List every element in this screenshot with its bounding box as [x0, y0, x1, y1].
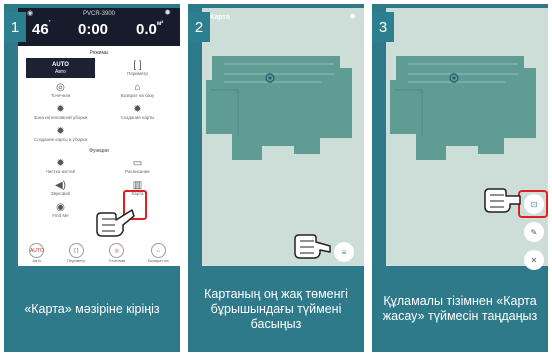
mode-tile[interactable]: ◎ Точечная	[26, 80, 95, 100]
nav-icon: [ ]	[68, 243, 84, 258]
step-caption: Құламалы тізімнен «Карта жасау» түймесін…	[382, 294, 538, 323]
close-icon: ✕	[530, 255, 538, 265]
gear-icon[interactable]: ✹	[164, 8, 171, 17]
bottom-nav: AUTO Авто [ ] Периметр ◎ Точечная ⌂ Возврат на	[18, 240, 180, 266]
mode-tile[interactable]: ✹ Зона интенсивной уборки	[26, 102, 95, 122]
step-panel-2: Карта ✹ ≡ 2 Картаның оң жақ төменгі бұры…	[188, 4, 364, 352]
edit-map-button[interactable]: ✎	[524, 222, 544, 242]
tile-label: Зона интенсивной уборки	[33, 114, 88, 120]
step-caption: «Карта» мәзіріне кіріңіз	[24, 301, 160, 316]
menu-icon: ≡	[341, 247, 347, 257]
time-stat: 0:00	[78, 21, 109, 38]
functions-section-title: Функции	[89, 148, 109, 154]
tile-icon: ▥	[132, 179, 143, 191]
pointing-hand-icon	[96, 209, 135, 237]
tile-label: Звуковой	[50, 190, 71, 196]
tile-label: Периметр	[127, 70, 148, 76]
tile-icon: [ ]	[133, 59, 142, 71]
tile-icon: ⌂	[134, 81, 141, 93]
mode-tile[interactable]: ◉ Find Me	[26, 200, 95, 220]
floor-map	[206, 56, 352, 160]
modes-section-title: Режимы	[89, 50, 109, 56]
screen-title: Карта	[210, 14, 230, 21]
phone-screenshot-map: Карта ✹ ≡	[202, 8, 364, 266]
mode-tile[interactable]: [ ] Периметр	[103, 58, 172, 78]
modes-grid: AUTO Авто [ ] Периметр ◎ Точечная ⌂ Возврат на …	[18, 58, 180, 144]
mode-tile[interactable]: ▭ Расписание	[103, 156, 172, 176]
gear-icon[interactable]: ✹	[349, 12, 356, 21]
mode-tile[interactable]: ✹ Создание карты и уборка	[26, 124, 95, 144]
step-panel-3: ⊡ ✎ ✕ 3 Құламалы тізімнен «Карта жасау» …	[372, 4, 548, 352]
bottom-nav-item[interactable]: [ ] Периметр	[67, 243, 86, 263]
mode-tile[interactable]: ✹ Создание карты	[103, 102, 172, 122]
nav-label: Периметр	[67, 258, 86, 263]
tile-label: Возврат на базу	[120, 92, 155, 98]
mode-tile[interactable]: ◀) Звуковой	[26, 178, 95, 198]
floor-map	[390, 56, 536, 160]
bottom-nav-item[interactable]: AUTO Авто	[29, 243, 45, 263]
nav-label: Авто	[32, 258, 42, 263]
tile-label: Создание карты и уборка	[33, 136, 88, 142]
tile-label: Find Me	[52, 212, 69, 218]
pointing-hand-icon	[484, 188, 521, 213]
nav-icon: AUTO	[29, 243, 45, 258]
step-panel-1: ◉ PVCR-3900 ✹ 46˚ 0:00 0.0м² Режимы AUTO…	[4, 4, 180, 352]
phone-screenshot-map-menu: ⊡ ✎ ✕	[386, 8, 548, 270]
tile-icon: ✹	[56, 157, 65, 169]
step-caption: Картаның оң жақ төменгі бұрышындағы түйм…	[204, 286, 348, 331]
nav-icon: ⌂	[150, 243, 166, 258]
tile-icon: AUTO	[52, 62, 69, 68]
pencil-icon: ✎	[530, 227, 538, 237]
tile-label: Создание карты	[120, 114, 155, 120]
tile-icon: ◀)	[54, 179, 67, 191]
app-status-header: ◉ PVCR-3900 ✹ 46˚ 0:00 0.0м²	[18, 8, 180, 46]
device-model: PVCR-3900	[82, 11, 115, 17]
step-number: 1	[4, 12, 26, 42]
pointing-hand-icon	[294, 234, 331, 259]
tile-label: Расписание	[125, 168, 150, 174]
tile-label: Авто	[55, 69, 66, 75]
battery-stat: 46˚	[32, 21, 51, 38]
create-map-highlight	[518, 190, 548, 218]
nav-label: Возврат на	[148, 258, 169, 263]
tile-icon: ▭	[132, 157, 143, 169]
tile-label: Чистка кистей	[45, 168, 76, 174]
mode-tile[interactable]: ✹ Чистка кистей	[26, 156, 95, 176]
tile-icon: ✹	[56, 103, 65, 115]
step-number: 2	[188, 12, 210, 42]
tile-icon: ✹	[56, 125, 65, 137]
nav-icon: ◎	[109, 243, 125, 258]
tile-icon: ◉	[56, 201, 65, 213]
nav-label: Точечная	[108, 258, 126, 263]
step-number: 3	[372, 12, 394, 42]
tile-icon: ◎	[56, 81, 65, 93]
mode-tile[interactable]: ⌂ Возврат на базу	[103, 80, 172, 100]
tile-label: Точечная	[50, 92, 71, 98]
bottom-nav-item[interactable]: ◎ Точечная	[108, 243, 125, 263]
mode-tile[interactable]: AUTO Авто	[26, 58, 95, 78]
tile-icon: ✹	[133, 103, 142, 115]
map-options-button[interactable]: ≡	[334, 242, 354, 262]
area-stat: 0.0м²	[136, 21, 164, 38]
bottom-nav-item[interactable]: ⌂ Возврат на	[148, 243, 169, 263]
